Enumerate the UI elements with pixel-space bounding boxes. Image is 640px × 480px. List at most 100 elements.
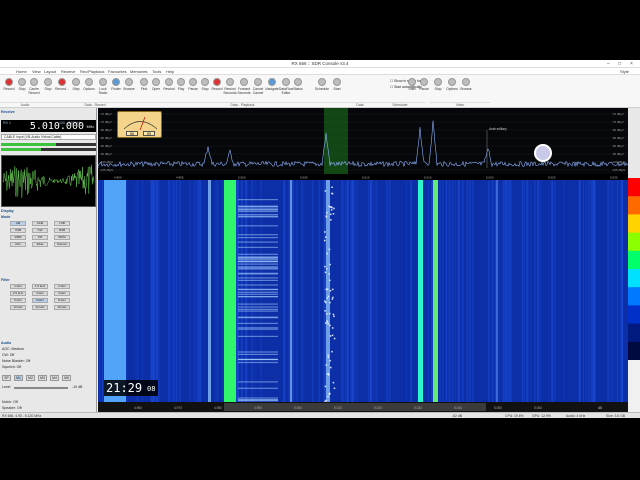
scale-visible-range[interactable] xyxy=(224,403,486,411)
modes-button-6[interactable]: DRM xyxy=(10,235,26,240)
filters-button-7[interactable]: 6 kHz xyxy=(32,298,48,303)
waterfall-noise xyxy=(530,180,532,402)
squelch-setting[interactable]: Squelch: Off xyxy=(2,365,21,369)
menu-memories[interactable]: Memories xyxy=(130,69,148,74)
waterfall-digital-burst xyxy=(238,303,278,305)
cache-record-button[interactable]: Cache Record xyxy=(28,78,40,100)
schedule-button[interactable]: Schedule xyxy=(315,78,329,100)
notch-setting[interactable]: Notch: Off xyxy=(2,400,18,404)
memory-m3-button[interactable]: M3 xyxy=(38,375,47,381)
style-menu[interactable]: Style xyxy=(620,69,629,74)
waterfall-digital-burst xyxy=(238,263,278,265)
filters-button-0[interactable]: 1 kHz xyxy=(10,284,26,289)
filters-button-4[interactable]: 3 kHz xyxy=(32,291,48,296)
agc-setting[interactable]: AGC: Medium xyxy=(2,347,24,351)
waterfall-color-scale[interactable] xyxy=(628,178,640,360)
options-v-button[interactable]: Options xyxy=(446,78,458,100)
color-scale-band xyxy=(628,196,640,215)
filters-button-10[interactable]: 12 kHz xyxy=(32,305,48,310)
filters-button-8[interactable]: 8 kHz xyxy=(54,298,70,303)
waterfall-display[interactable] xyxy=(98,180,628,402)
pause-v-button[interactable]: Pause xyxy=(418,78,430,100)
maximize-icon[interactable]: □ xyxy=(618,61,621,67)
waterfall-noise xyxy=(503,180,505,402)
menu-home[interactable]: Home xyxy=(16,69,27,74)
stop-v-button[interactable]: Stop xyxy=(432,78,444,100)
speaker-setting[interactable]: Speaker: Off xyxy=(2,406,22,410)
frequency-scale-bar[interactable]: 4.960 4.970 4.980 4.990 5.000 5.010 5.020 5.030… xyxy=(98,402,628,412)
navigate-button[interactable]: Navigate xyxy=(265,78,279,100)
waterfall-digital-burst xyxy=(238,279,278,281)
modes-button-9[interactable]: DIG xyxy=(10,242,26,247)
modes-button-2[interactable]: LSB xyxy=(54,221,70,226)
browse-button[interactable]: Browse xyxy=(123,78,135,100)
modes-button-0[interactable]: AM xyxy=(10,221,26,226)
filters-button-3[interactable]: 2.5 kHz xyxy=(10,291,26,296)
spectrum-display[interactable]: -70 dBµV -70 dBµV -75 dBµV -75 dBµV -80 dBµV… xyxy=(98,108,628,174)
status-device: RX 666, 4.90 - 5.120 MHz xyxy=(2,414,42,418)
modes-button-10[interactable]: Wide xyxy=(32,242,48,247)
waterfall-cw-dot xyxy=(326,320,328,322)
filters-button-1[interactable]: 1.5 kHz xyxy=(32,284,48,289)
filters-button-6[interactable]: 5 kHz xyxy=(10,298,26,303)
minimize-icon[interactable]: – xyxy=(607,61,610,67)
waterfall-digital-burst xyxy=(238,322,278,324)
menu-rec-playback[interactable]: Rec/Playback xyxy=(80,69,104,74)
modes-button-11[interactable]: Narrow xyxy=(54,242,70,247)
menu-receive[interactable]: Receive xyxy=(61,69,75,74)
status-button[interactable]: Status xyxy=(292,78,304,100)
browse-v-icon xyxy=(462,78,470,86)
waterfall-digital-burst xyxy=(238,199,278,201)
modes-button-5[interactable]: DSB xyxy=(54,228,70,233)
menu-view[interactable]: View xyxy=(32,69,41,74)
menu-tools[interactable]: Tools xyxy=(152,69,161,74)
modes-button-4[interactable]: CW xyxy=(32,228,48,233)
waterfall-cw-dot xyxy=(324,239,326,242)
start-icon xyxy=(333,78,341,86)
forward-seconds-button[interactable]: Forward Seconds xyxy=(237,78,251,100)
scale-label: 4.970 xyxy=(174,406,182,410)
filters-button-2[interactable]: 2 kHz xyxy=(54,284,70,289)
filters-button-5[interactable]: 4 kHz xyxy=(54,291,70,296)
memory-m4-button[interactable]: M4 xyxy=(50,375,59,381)
stop2-button[interactable]: Stop xyxy=(42,78,54,100)
waterfall-noise xyxy=(588,180,590,402)
menu-favourites[interactable]: Favourites xyxy=(108,69,127,74)
cancel-cancel-button[interactable]: Cancel Cancel xyxy=(252,78,264,100)
waterfall-noise xyxy=(509,180,512,402)
waterfall-cw-dot xyxy=(327,356,330,358)
memory-m2-button[interactable]: M2 xyxy=(26,375,35,381)
options-button[interactable]: Options xyxy=(83,78,95,100)
waterfall-noise xyxy=(590,180,592,402)
zoom-level[interactable]: 40 xyxy=(598,406,602,410)
memory-m5-button[interactable]: M5 xyxy=(62,375,71,381)
filters-button-11[interactable]: 16 kHz xyxy=(54,305,70,310)
start-button[interactable]: Start xyxy=(331,78,343,100)
rewind-seconds-button[interactable]: Rewind Seconds xyxy=(223,78,237,100)
arab-military-marker[interactable]: Arab military xyxy=(489,127,507,131)
frequency-display[interactable]: RX 1 100 - 3100 Hz 5.010.000 MHz xyxy=(1,120,96,132)
noise-blanker-setting[interactable]: Noise Blanker: Off xyxy=(2,359,30,363)
waterfall-noise xyxy=(525,180,528,402)
close-icon[interactable]: × xyxy=(630,61,633,67)
memory-m1-button[interactable]: M1 xyxy=(14,375,23,381)
record2-button[interactable]: Record... xyxy=(55,78,69,100)
modes-button-3[interactable]: USB xyxy=(10,228,26,233)
waterfall-noise xyxy=(175,180,178,402)
menu-help[interactable]: Help xyxy=(166,69,174,74)
modes-button-1[interactable]: SAM xyxy=(32,221,48,226)
modes-button-8[interactable]: WFM xyxy=(54,235,70,240)
waterfall-digital-burst xyxy=(238,397,278,399)
volume-slider[interactable] xyxy=(14,387,68,389)
waterfall-digital-burst xyxy=(238,258,278,261)
waterfall-noise xyxy=(137,180,138,402)
menu-layout[interactable]: Layout xyxy=(44,69,56,74)
browse-v-button[interactable]: Browse xyxy=(460,78,472,100)
memory-sp-button[interactable]: SP xyxy=(2,375,11,381)
audio-device-select[interactable]: CABLE Input (VB-Audio Virtual Cable) xyxy=(1,134,96,140)
filters-button-9[interactable]: 10 kHz xyxy=(10,305,26,310)
waterfall-noise xyxy=(240,180,242,402)
modes-button-7[interactable]: FM xyxy=(32,235,48,240)
cw-setting[interactable]: CW: Off xyxy=(2,353,14,357)
rx-passband-highlight[interactable] xyxy=(324,108,348,174)
